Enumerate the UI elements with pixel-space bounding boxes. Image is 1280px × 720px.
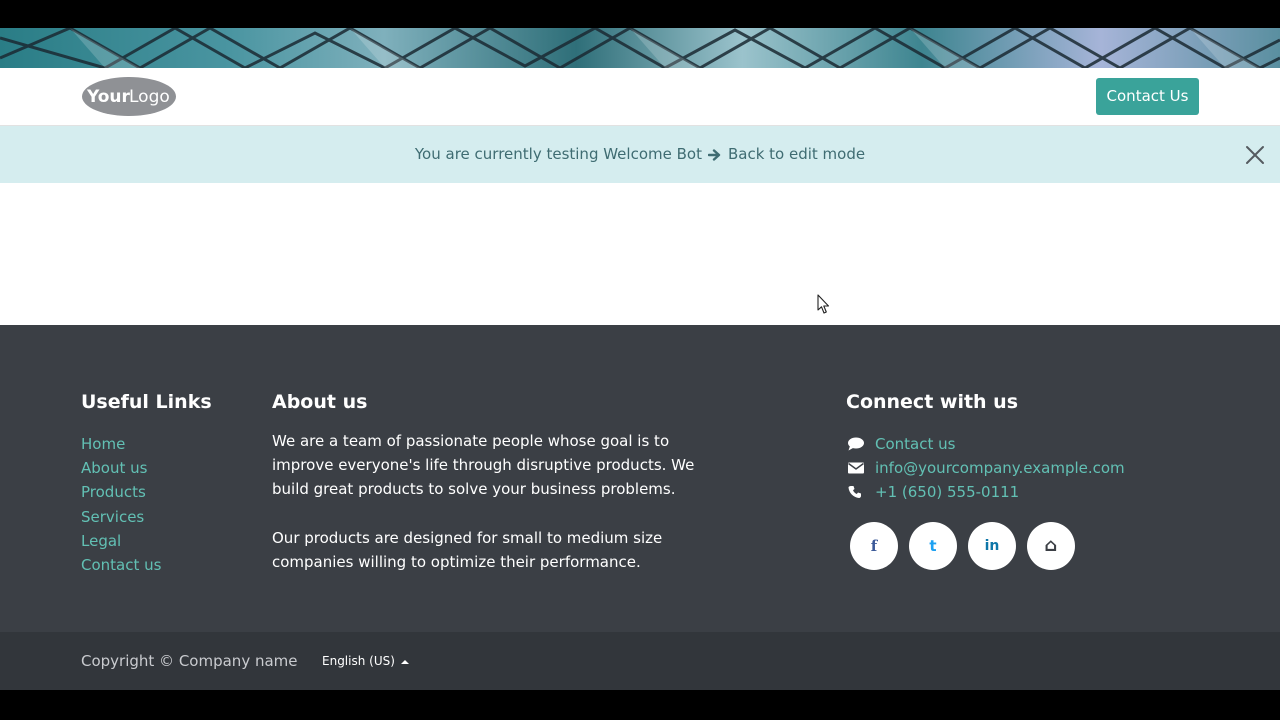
- useful-links-title: Useful Links: [81, 391, 212, 413]
- about-us-text: We are a team of passionate people whose…: [272, 429, 727, 598]
- about-paragraph-2: Our products are designed for small to m…: [272, 528, 663, 571]
- connect-email[interactable]: info@yourcompany.example.com: [846, 456, 1125, 480]
- testing-notice-bar: You are currently testing Welcome Bot Bac…: [0, 126, 1280, 183]
- navbar: Your Logo Contact Us: [0, 68, 1280, 126]
- caret-up-icon: [400, 659, 409, 664]
- banner-pattern: [0, 28, 1280, 68]
- mouse-cursor-icon: [817, 294, 830, 314]
- linkedin-icon: in: [984, 538, 1000, 554]
- copyright-text: Copyright © Company name: [81, 652, 298, 670]
- footer: Useful Links Home About us Products Serv…: [0, 325, 1280, 632]
- home-icon: ⌂: [1044, 535, 1058, 556]
- back-to-edit-mode-link[interactable]: Back to edit mode: [728, 145, 865, 163]
- twitter-icon: t: [929, 537, 937, 555]
- footer-link-about-us[interactable]: About us: [81, 456, 161, 480]
- connect-phone[interactable]: +1 (650) 555-0111: [846, 480, 1125, 504]
- language-label: English (US): [322, 654, 395, 668]
- testing-message: You are currently testing Welcome Bot: [414, 145, 702, 163]
- about-paragraph-1: We are a team of passionate people whose…: [272, 432, 695, 499]
- copyright-bar: Copyright © Company name English (US): [0, 632, 1280, 690]
- envelope-icon: [848, 462, 864, 474]
- facebook-button[interactable]: f: [850, 522, 898, 570]
- footer-link-products[interactable]: Products: [81, 480, 161, 504]
- contact-us-button[interactable]: Contact Us: [1096, 78, 1199, 115]
- footer-link-services[interactable]: Services: [81, 505, 161, 529]
- logo-text-bold: Your: [86, 87, 131, 107]
- twitter-button[interactable]: t: [909, 522, 957, 570]
- linkedin-button[interactable]: in: [968, 522, 1016, 570]
- home-button[interactable]: ⌂: [1027, 522, 1075, 570]
- connect-list: Contact us info@yourcompany.example.com …: [846, 432, 1125, 505]
- connect-email-label: info@yourcompany.example.com: [875, 459, 1125, 478]
- company-logo[interactable]: Your Logo: [81, 76, 177, 117]
- connect-contact-us-label: Contact us: [875, 435, 956, 453]
- language-selector[interactable]: English (US): [322, 632, 409, 690]
- connect-phone-label: +1 (650) 555-0111: [875, 483, 1020, 502]
- header-banner-image: [0, 28, 1280, 68]
- logo-text-light: Logo: [129, 87, 170, 107]
- arrow-right-icon: [707, 148, 721, 161]
- about-us-title: About us: [272, 391, 368, 413]
- comment-icon: [848, 437, 864, 451]
- page: Your Logo Contact Us You are currently t…: [0, 28, 1280, 690]
- footer-link-home[interactable]: Home: [81, 432, 161, 456]
- footer-link-contact-us[interactable]: Contact us: [81, 553, 161, 577]
- connect-contact-us[interactable]: Contact us: [846, 432, 1125, 456]
- phone-icon: [848, 486, 861, 499]
- close-icon[interactable]: [1244, 144, 1266, 166]
- facebook-icon: f: [870, 537, 878, 555]
- connect-title: Connect with us: [846, 391, 1019, 413]
- footer-link-legal[interactable]: Legal: [81, 529, 161, 553]
- useful-links-list: Home About us Products Services Legal Co…: [81, 432, 161, 577]
